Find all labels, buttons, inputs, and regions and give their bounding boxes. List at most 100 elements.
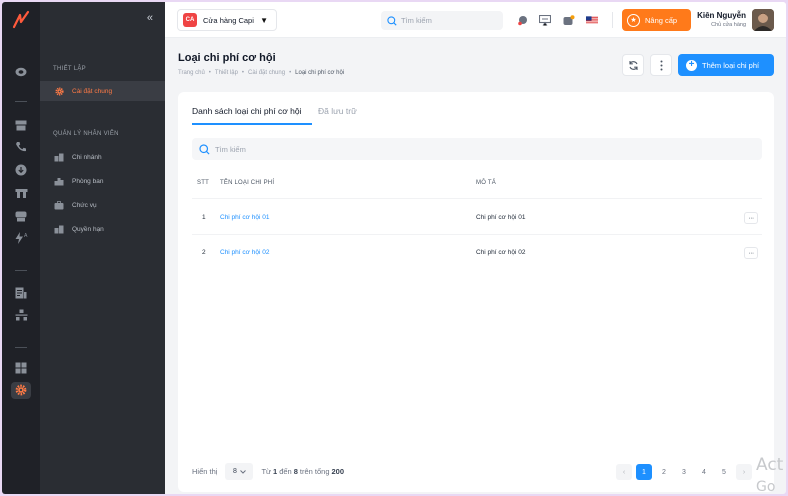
breadcrumb-separator: • bbox=[208, 70, 211, 76]
row-actions-button[interactable]: ··· bbox=[744, 247, 758, 259]
store-selector[interactable]: CA Cửa hàng Capi ▼ bbox=[177, 9, 277, 31]
row-description: Chi phí cơ hội 01 bbox=[476, 214, 526, 221]
prev-page-button[interactable]: ‹ bbox=[616, 464, 632, 480]
page-button-3[interactable]: 3 bbox=[676, 464, 692, 480]
add-button-label: Thêm loại chi phí bbox=[702, 60, 760, 70]
page-size-select[interactable]: 8 bbox=[225, 463, 254, 480]
sidebar-item-label: Chi nhánh bbox=[72, 153, 102, 161]
sidebar-item-departments[interactable]: Phòng ban bbox=[40, 171, 165, 191]
table-footer: Hiển thị 8 Từ 1 đến 8 trên tổng 200 bbox=[192, 463, 346, 480]
range-total: 200 bbox=[331, 467, 345, 476]
user-role: Chủ cửa hàng bbox=[711, 22, 746, 28]
dashboard-icon[interactable] bbox=[14, 66, 28, 78]
app-logo-icon[interactable] bbox=[11, 10, 31, 30]
page-title: Loại chi phí cơ hội bbox=[178, 52, 276, 64]
settings-gear-icon[interactable] bbox=[14, 384, 28, 396]
permission-icon bbox=[54, 224, 64, 234]
section-settings-heading: THIẾT LẬP bbox=[53, 66, 86, 72]
breadcrumb-current: Loại chi phí cơ hội bbox=[295, 70, 345, 76]
breadcrumb-separator: • bbox=[241, 70, 245, 76]
refresh-button[interactable] bbox=[622, 54, 644, 76]
phone-icon[interactable] bbox=[14, 141, 28, 153]
add-cost-type-button[interactable]: + Thêm loại chi phí bbox=[678, 54, 774, 76]
tab-archived[interactable]: Đã lưu trữ bbox=[318, 106, 357, 116]
breadcrumb-home[interactable]: Trang chủ bbox=[178, 70, 205, 76]
app-window: A « THIẾT LẬP Cài đặt chung QUẢN LÝ NHÂN… bbox=[2, 2, 786, 494]
row-stt: 1 bbox=[202, 214, 206, 221]
store-badge: CA bbox=[183, 13, 197, 27]
page-button-4[interactable]: 4 bbox=[696, 464, 712, 480]
range-prefix: Từ bbox=[261, 467, 272, 476]
avatar[interactable] bbox=[752, 9, 774, 31]
org-chart-icon[interactable] bbox=[14, 309, 28, 321]
plus-icon: + bbox=[686, 59, 697, 71]
page-button-1[interactable]: 1 bbox=[636, 464, 652, 480]
range-mid: đến bbox=[279, 467, 292, 476]
range-to: 8 bbox=[293, 467, 298, 476]
download-icon[interactable] bbox=[14, 164, 28, 176]
us-flag-icon[interactable] bbox=[586, 14, 598, 26]
rail-divider bbox=[15, 347, 27, 348]
collapse-sidebar-icon[interactable]: « bbox=[147, 12, 153, 24]
settings-sidebar: « THIẾT LẬP Cài đặt chung QUẢN LÝ NHÂN V… bbox=[40, 2, 165, 494]
search-icon bbox=[387, 15, 397, 26]
breadcrumb-general-settings[interactable]: Cài đặt chung bbox=[248, 70, 285, 76]
column-header-description: MÔ TẢ bbox=[476, 180, 496, 186]
row-name-link[interactable]: Chi phí cơ hội 02 bbox=[220, 249, 269, 256]
breadcrumb: Trang chủ • Thiết lập • Cài đặt chung • … bbox=[178, 70, 344, 76]
upgrade-button[interactable]: ★ Nâng cấp bbox=[622, 9, 691, 31]
search-icon bbox=[199, 143, 210, 155]
sidebar-item-branches[interactable]: Chi nhánh bbox=[40, 147, 165, 167]
more-options-button[interactable] bbox=[650, 54, 672, 76]
header-search-input[interactable]: Tìm kiếm bbox=[381, 11, 503, 30]
search-placeholder: Tìm kiếm bbox=[401, 16, 432, 25]
cash-register-icon[interactable] bbox=[14, 119, 28, 131]
delivery-icon[interactable] bbox=[14, 187, 28, 199]
pagination: ‹ 1 2 3 4 5 › bbox=[616, 464, 752, 480]
store-name: Cửa hàng Capi bbox=[203, 15, 254, 25]
report-icon[interactable] bbox=[14, 287, 28, 299]
next-page-button[interactable]: › bbox=[736, 464, 752, 480]
vertical-dots-icon bbox=[660, 60, 662, 70]
department-icon bbox=[54, 176, 64, 186]
tab-list[interactable]: Danh sách loại chi phí cơ hội bbox=[192, 106, 302, 116]
refresh-icon bbox=[628, 60, 638, 70]
position-icon bbox=[54, 200, 64, 210]
gear-icon bbox=[54, 86, 64, 96]
row-name-link[interactable]: Chi phí cơ hội 01 bbox=[220, 214, 269, 221]
caret-down-icon: ▼ bbox=[260, 15, 268, 25]
range-total-label: trên tổng bbox=[299, 467, 330, 476]
sidebar-item-label: Cài đặt chung bbox=[72, 87, 113, 95]
user-name: Kiên Nguyễn bbox=[697, 11, 746, 20]
row-actions-button[interactable]: ··· bbox=[744, 212, 758, 224]
storage-icon[interactable] bbox=[14, 210, 28, 222]
breadcrumb-separator: • bbox=[289, 70, 292, 76]
sidebar-item-general-settings[interactable]: Cài đặt chung bbox=[40, 81, 165, 101]
icon-rail: A bbox=[2, 2, 40, 494]
rocket-icon[interactable] bbox=[516, 14, 528, 26]
watermark-line-1: Act bbox=[756, 455, 784, 475]
header-divider bbox=[612, 12, 613, 28]
sidebar-item-positions[interactable]: Chức vụ bbox=[40, 195, 165, 215]
row-description: Chi phí cơ hội 02 bbox=[476, 249, 526, 256]
notification-icon[interactable] bbox=[563, 14, 575, 26]
column-header-name: TÊN LOẠI CHI PHÍ bbox=[220, 180, 275, 186]
sidebar-item-label: Quyền hạn bbox=[72, 225, 104, 233]
header-divider bbox=[192, 198, 762, 199]
row-divider bbox=[192, 234, 762, 235]
apps-grid-icon[interactable] bbox=[14, 362, 28, 374]
rail-divider bbox=[15, 270, 27, 271]
breadcrumb-settings[interactable]: Thiết lập bbox=[215, 70, 238, 76]
user-info[interactable]: Kiên Nguyễn Chủ cửa hàng bbox=[697, 11, 746, 28]
page-button-5[interactable]: 5 bbox=[716, 464, 732, 480]
sidebar-item-permissions[interactable]: Quyền hạn bbox=[40, 219, 165, 239]
presentation-icon[interactable] bbox=[539, 14, 551, 26]
branch-icon bbox=[54, 152, 64, 162]
automation-icon[interactable]: A bbox=[14, 232, 28, 244]
search-placeholder: Tìm kiếm bbox=[215, 144, 246, 154]
activation-watermark: Act Go to bbox=[756, 454, 786, 494]
table-search-input[interactable]: Tìm kiếm bbox=[192, 138, 762, 160]
row-stt: 2 bbox=[202, 249, 206, 256]
section-staff-heading: QUẢN LÝ NHÂN VIÊN bbox=[53, 131, 119, 137]
page-button-2[interactable]: 2 bbox=[656, 464, 672, 480]
